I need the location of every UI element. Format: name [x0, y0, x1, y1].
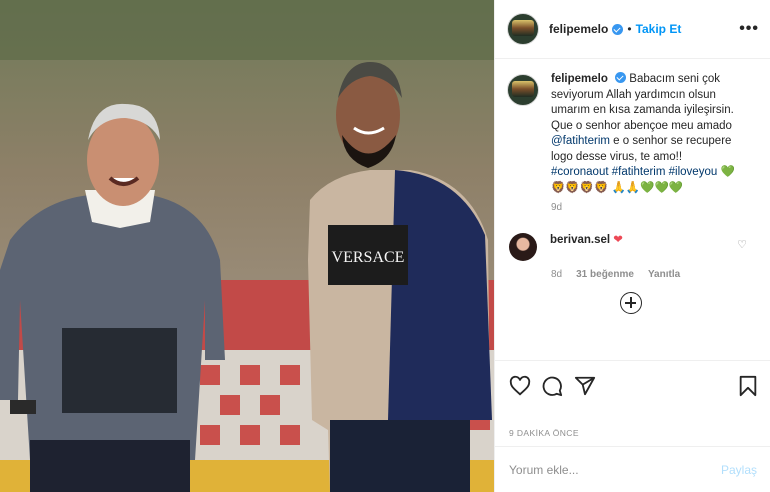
- post-comment-button[interactable]: Paylaş: [721, 463, 757, 477]
- reply-button[interactable]: Yanıtla: [648, 269, 680, 280]
- action-bar: [495, 360, 770, 408]
- more-options-icon[interactable]: •••: [739, 20, 759, 38]
- hashtag-coronaout[interactable]: #coronaout: [551, 166, 609, 178]
- post-side-panel: felipemelo • Takip Et ••• felipemelo Bab…: [494, 0, 770, 492]
- bookmark-icon[interactable]: [738, 375, 758, 397]
- author-avatar[interactable]: [507, 13, 539, 45]
- comment-time: 8d: [551, 269, 563, 280]
- caption-verified-icon: [615, 72, 627, 83]
- comment-likes[interactable]: 31 beğenme: [576, 269, 634, 280]
- comment-input[interactable]: [509, 461, 709, 479]
- comment-item: berivan.sel ❤ ♡: [507, 233, 759, 261]
- caption-time: 9d: [551, 202, 563, 213]
- comment-icon[interactable]: [541, 375, 563, 397]
- photo-illustration: VERSACE: [0, 0, 494, 492]
- plus-circle-icon[interactable]: [620, 292, 642, 314]
- header-separator: •: [627, 22, 632, 36]
- comments-section: felipemelo Babacım seni çok seviyorum Al…: [495, 60, 770, 360]
- comment-text: berivan.sel ❤: [550, 233, 623, 261]
- hashtag-fatihterim[interactable]: #fatihterim: [612, 166, 666, 178]
- hashtag-iloveyou[interactable]: #iloveyou: [669, 166, 718, 178]
- comment-like-heart-icon[interactable]: ♡: [737, 238, 747, 251]
- author-username[interactable]: felipemelo: [549, 22, 608, 36]
- sweater-text: VERSACE: [332, 249, 405, 266]
- commenter-username[interactable]: berivan.sel: [550, 234, 610, 246]
- mention-link[interactable]: @fatihterim: [551, 135, 610, 147]
- comment-heart: ❤: [613, 234, 623, 246]
- share-icon[interactable]: [574, 375, 596, 397]
- caption-emojis-2: 🙏🙏: [611, 181, 641, 194]
- caption-emojis-3: 💚💚💚: [640, 181, 684, 194]
- follow-button[interactable]: Takip Et: [636, 22, 682, 36]
- heart-icon[interactable]: [509, 375, 531, 397]
- verified-badge-icon: [612, 23, 624, 35]
- comment-meta: 8d 31 beğenme Yanıtla: [551, 269, 759, 280]
- post-timestamp: 9 DAKİKA ÖNCE: [509, 428, 579, 438]
- commenter-avatar[interactable]: [509, 233, 537, 261]
- post-header: felipemelo • Takip Et •••: [495, 0, 770, 59]
- caption-text: felipemelo Babacım seni çok seviyorum Al…: [551, 72, 741, 196]
- add-comment-bar: Paylaş: [495, 446, 770, 492]
- caption-avatar[interactable]: [507, 74, 539, 106]
- post-photo[interactable]: VERSACE: [0, 0, 494, 492]
- caption-username[interactable]: felipemelo: [551, 73, 608, 85]
- caption: felipemelo Babacım seni çok seviyorum Al…: [507, 72, 759, 196]
